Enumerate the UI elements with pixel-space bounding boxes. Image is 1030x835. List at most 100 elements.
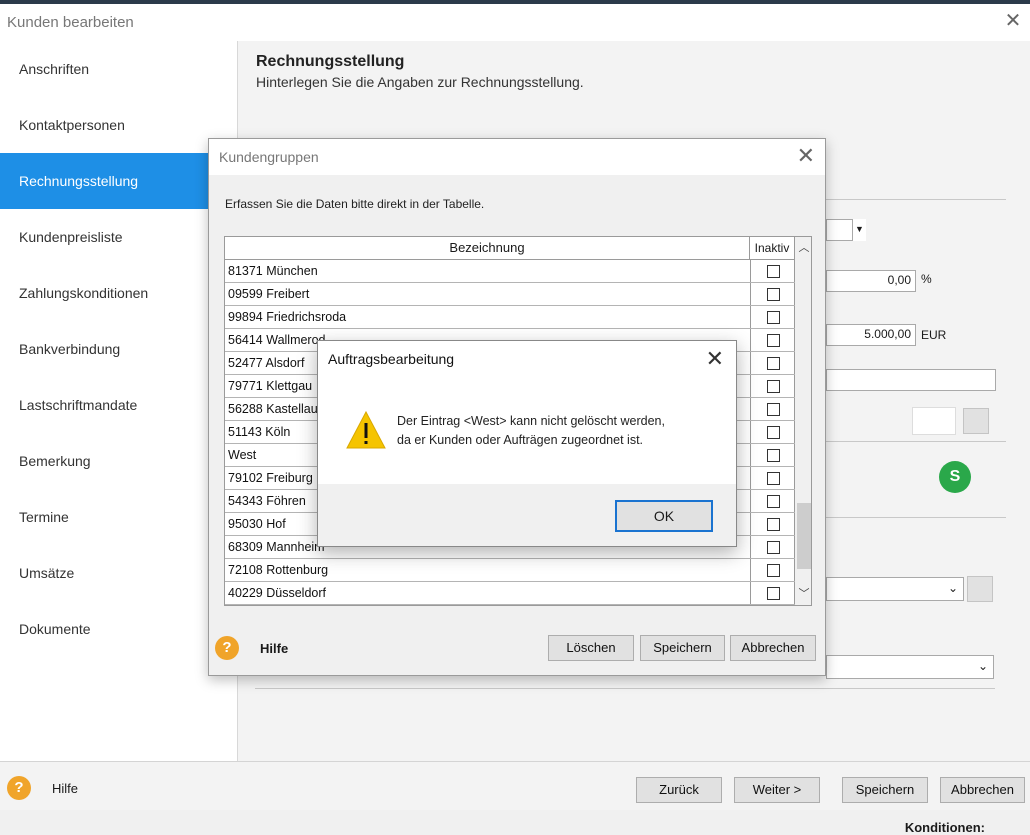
help-icon[interactable]: ? [215,636,239,660]
sidebar: Anschriften Kontaktpersonen Rechnungsste… [0,41,238,761]
save-button[interactable]: Speichern [842,777,928,803]
next-button[interactable]: Weiter > [734,777,820,803]
amount-unit: EUR [921,328,947,342]
row-label[interactable]: 56414 Wallmerod [228,329,326,351]
percent-field[interactable]: 0,00 [826,270,916,292]
inaktiv-checkbox[interactable] [767,334,780,347]
sidebar-item-bankverbindung[interactable]: Bankverbindung [0,321,238,377]
dialog-cancel-button[interactable]: Abbrechen [730,635,816,661]
background-strip: Konditionen: [0,810,1030,835]
sidebar-item-kundenpreisliste[interactable]: Kundenpreisliste [0,209,238,265]
row-label[interactable]: 81371 München [228,260,318,282]
section-divider [826,517,1006,518]
table-row[interactable]: 09599 Freibert [225,283,795,306]
message-box: Auftragsbearbeitung ✕ Der Eintrag <West>… [317,340,737,547]
row-label[interactable]: 52477 Alsdorf [228,352,304,374]
inaktiv-checkbox[interactable] [767,288,780,301]
inaktiv-checkbox[interactable] [767,472,780,485]
inaktiv-checkbox[interactable] [767,426,780,439]
message-text: Der Eintrag <West> kann nicht gelöscht w… [397,414,665,447]
amount-field[interactable]: 5.000,00 [826,324,916,346]
ok-button[interactable]: OK [615,500,713,532]
disabled-field [912,407,956,435]
dialog-intro: Erfassen Sie die Daten bitte direkt in d… [225,197,485,211]
copy-icon[interactable] [967,576,993,602]
scroll-down-icon[interactable]: ﹀ [795,585,811,603]
row-label[interactable]: 79771 Klettgau [228,375,312,397]
footer-bar: ? Hilfe Zurück Weiter > Speichern Abbrec… [0,761,1030,814]
sidebar-item-termine[interactable]: Termine [0,489,238,545]
inaktiv-checkbox[interactable] [767,357,780,370]
message-box-title: Auftragsbearbeitung [328,351,455,367]
message-box-close-icon[interactable]: ✕ [706,348,724,370]
chevron-down-icon[interactable]: ▼ [852,219,866,241]
sidebar-item-anschriften[interactable]: Anschriften [0,41,238,97]
sidebar-item-kontaktpersonen[interactable]: Kontaktpersonen [0,97,238,153]
inaktiv-checkbox[interactable] [767,403,780,416]
scroll-up-icon[interactable]: ︿ [795,239,811,257]
row-label[interactable]: West [228,444,256,466]
row-label[interactable]: 09599 Freibert [228,283,309,305]
warning-icon [346,410,386,449]
window-close-icon[interactable]: ✕ [1002,10,1024,32]
message-button-area: OK [318,484,736,546]
window-title: Kunden bearbeiten [7,14,134,31]
inaktiv-checkbox[interactable] [767,449,780,462]
row-label[interactable]: 99894 Friedrichsroda [228,306,346,328]
dialog-title: Kundengruppen [219,149,319,165]
dialog-save-button[interactable]: Speichern [640,635,725,661]
help-label[interactable]: Hilfe [52,781,78,796]
row-label[interactable]: 68309 Mannheim [228,536,325,558]
page-title: Rechnungsstellung [256,53,405,70]
row-label[interactable]: 79102 Freiburg [228,467,313,489]
inaktiv-checkbox[interactable] [767,265,780,278]
row-label[interactable]: 54343 Föhren [228,490,306,512]
sidebar-item-umsaetze[interactable]: Umsätze [0,545,238,601]
row-label[interactable]: 95030 Hof [228,513,286,535]
inaktiv-checkbox[interactable] [767,587,780,600]
page-subtitle: Hinterlegen Sie die Angaben zur Rechnung… [256,74,584,90]
inaktiv-checkbox[interactable] [767,311,780,324]
table-row[interactable]: 81371 München [225,260,795,283]
inaktiv-checkbox[interactable] [767,495,780,508]
section-divider [255,688,995,689]
chevron-down-icon[interactable]: ⌄ [948,581,958,595]
table-row[interactable]: 40229 Düsseldorf [225,582,795,605]
dialog-close-icon[interactable]: ✕ [797,145,815,167]
green-badge-icon[interactable]: S [939,461,971,493]
text-field[interactable] [826,369,996,391]
sidebar-item-zahlungskonditionen[interactable]: Zahlungskonditionen [0,265,238,321]
sidebar-item-rechnungsstellung[interactable]: Rechnungsstellung [0,153,238,209]
delete-button[interactable]: Löschen [548,635,634,661]
background-label: Konditionen: [904,820,985,835]
background-select-2[interactable] [826,655,994,679]
table-row[interactable]: 99894 Friedrichsroda [225,306,795,329]
background-select[interactable] [826,577,964,601]
sidebar-item-lastschriftmandate[interactable]: Lastschriftmandate [0,377,238,433]
row-label[interactable]: 72108 Rottenburg [228,559,328,581]
column-header-inaktiv[interactable]: Inaktiv [750,237,795,259]
column-header-bezeichnung[interactable]: Bezeichnung [225,237,750,259]
vertical-scrollbar[interactable]: ︿ ﹀ [795,237,811,605]
row-label[interactable]: 56288 Kastellaun [228,398,325,420]
row-label[interactable]: 51143 Köln [228,421,290,443]
dialog-help-label[interactable]: Hilfe [260,641,288,656]
row-label[interactable]: 40229 Düsseldorf [228,582,326,604]
back-button[interactable]: Zurück [636,777,722,803]
scrollbar-thumb[interactable] [797,503,811,569]
dialog-titlebar: Kundengruppen ✕ [209,139,825,175]
help-icon[interactable]: ? [7,776,31,800]
lookup-icon[interactable] [963,408,989,434]
sidebar-item-dokumente[interactable]: Dokumente [0,601,238,657]
section-divider [826,199,1006,200]
inaktiv-checkbox[interactable] [767,380,780,393]
sidebar-item-bemerkung[interactable]: Bemerkung [0,433,238,489]
inaktiv-checkbox[interactable] [767,564,780,577]
chevron-down-icon[interactable]: ⌄ [978,659,988,673]
inaktiv-checkbox[interactable] [767,541,780,554]
table-row[interactable]: 72108 Rottenburg [225,559,795,582]
inaktiv-checkbox[interactable] [767,518,780,531]
section-divider [826,441,1006,442]
percent-unit: % [921,272,932,286]
cancel-button[interactable]: Abbrechen [940,777,1025,803]
